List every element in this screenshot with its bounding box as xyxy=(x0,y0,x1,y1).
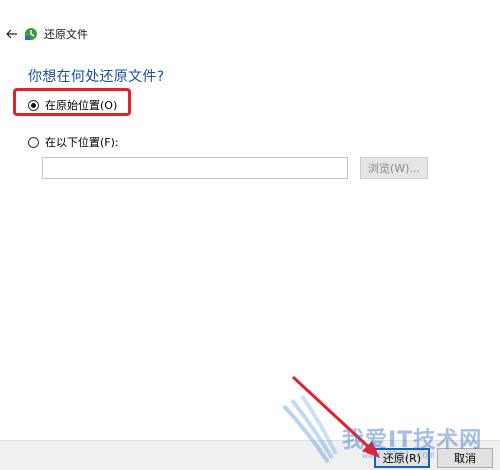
cancel-button[interactable]: 取消 xyxy=(437,448,493,468)
arrow-left-icon xyxy=(6,29,17,39)
restore-button[interactable]: 还原(R) xyxy=(374,448,430,468)
page-heading: 你想在何处还原文件? xyxy=(28,69,165,85)
location-path-input[interactable] xyxy=(42,157,348,179)
back-button[interactable] xyxy=(2,24,22,44)
browse-button[interactable]: 浏览(W)... xyxy=(360,157,428,179)
window-title: 还原文件 xyxy=(44,28,88,41)
radio-other-location[interactable]: 在以下位置(F): xyxy=(28,134,119,150)
restore-files-window: 还原文件 你想在何处还原文件? 在原始位置(O) 在以下位置(F): 浏览(W)… xyxy=(0,0,500,470)
radio-button-unchecked[interactable] xyxy=(28,136,39,148)
radio-other-label: 在以下位置(F): xyxy=(45,136,119,149)
title-bar: 还原文件 xyxy=(0,22,500,46)
file-history-icon xyxy=(25,28,37,40)
annotation-highlight-box xyxy=(13,88,131,116)
